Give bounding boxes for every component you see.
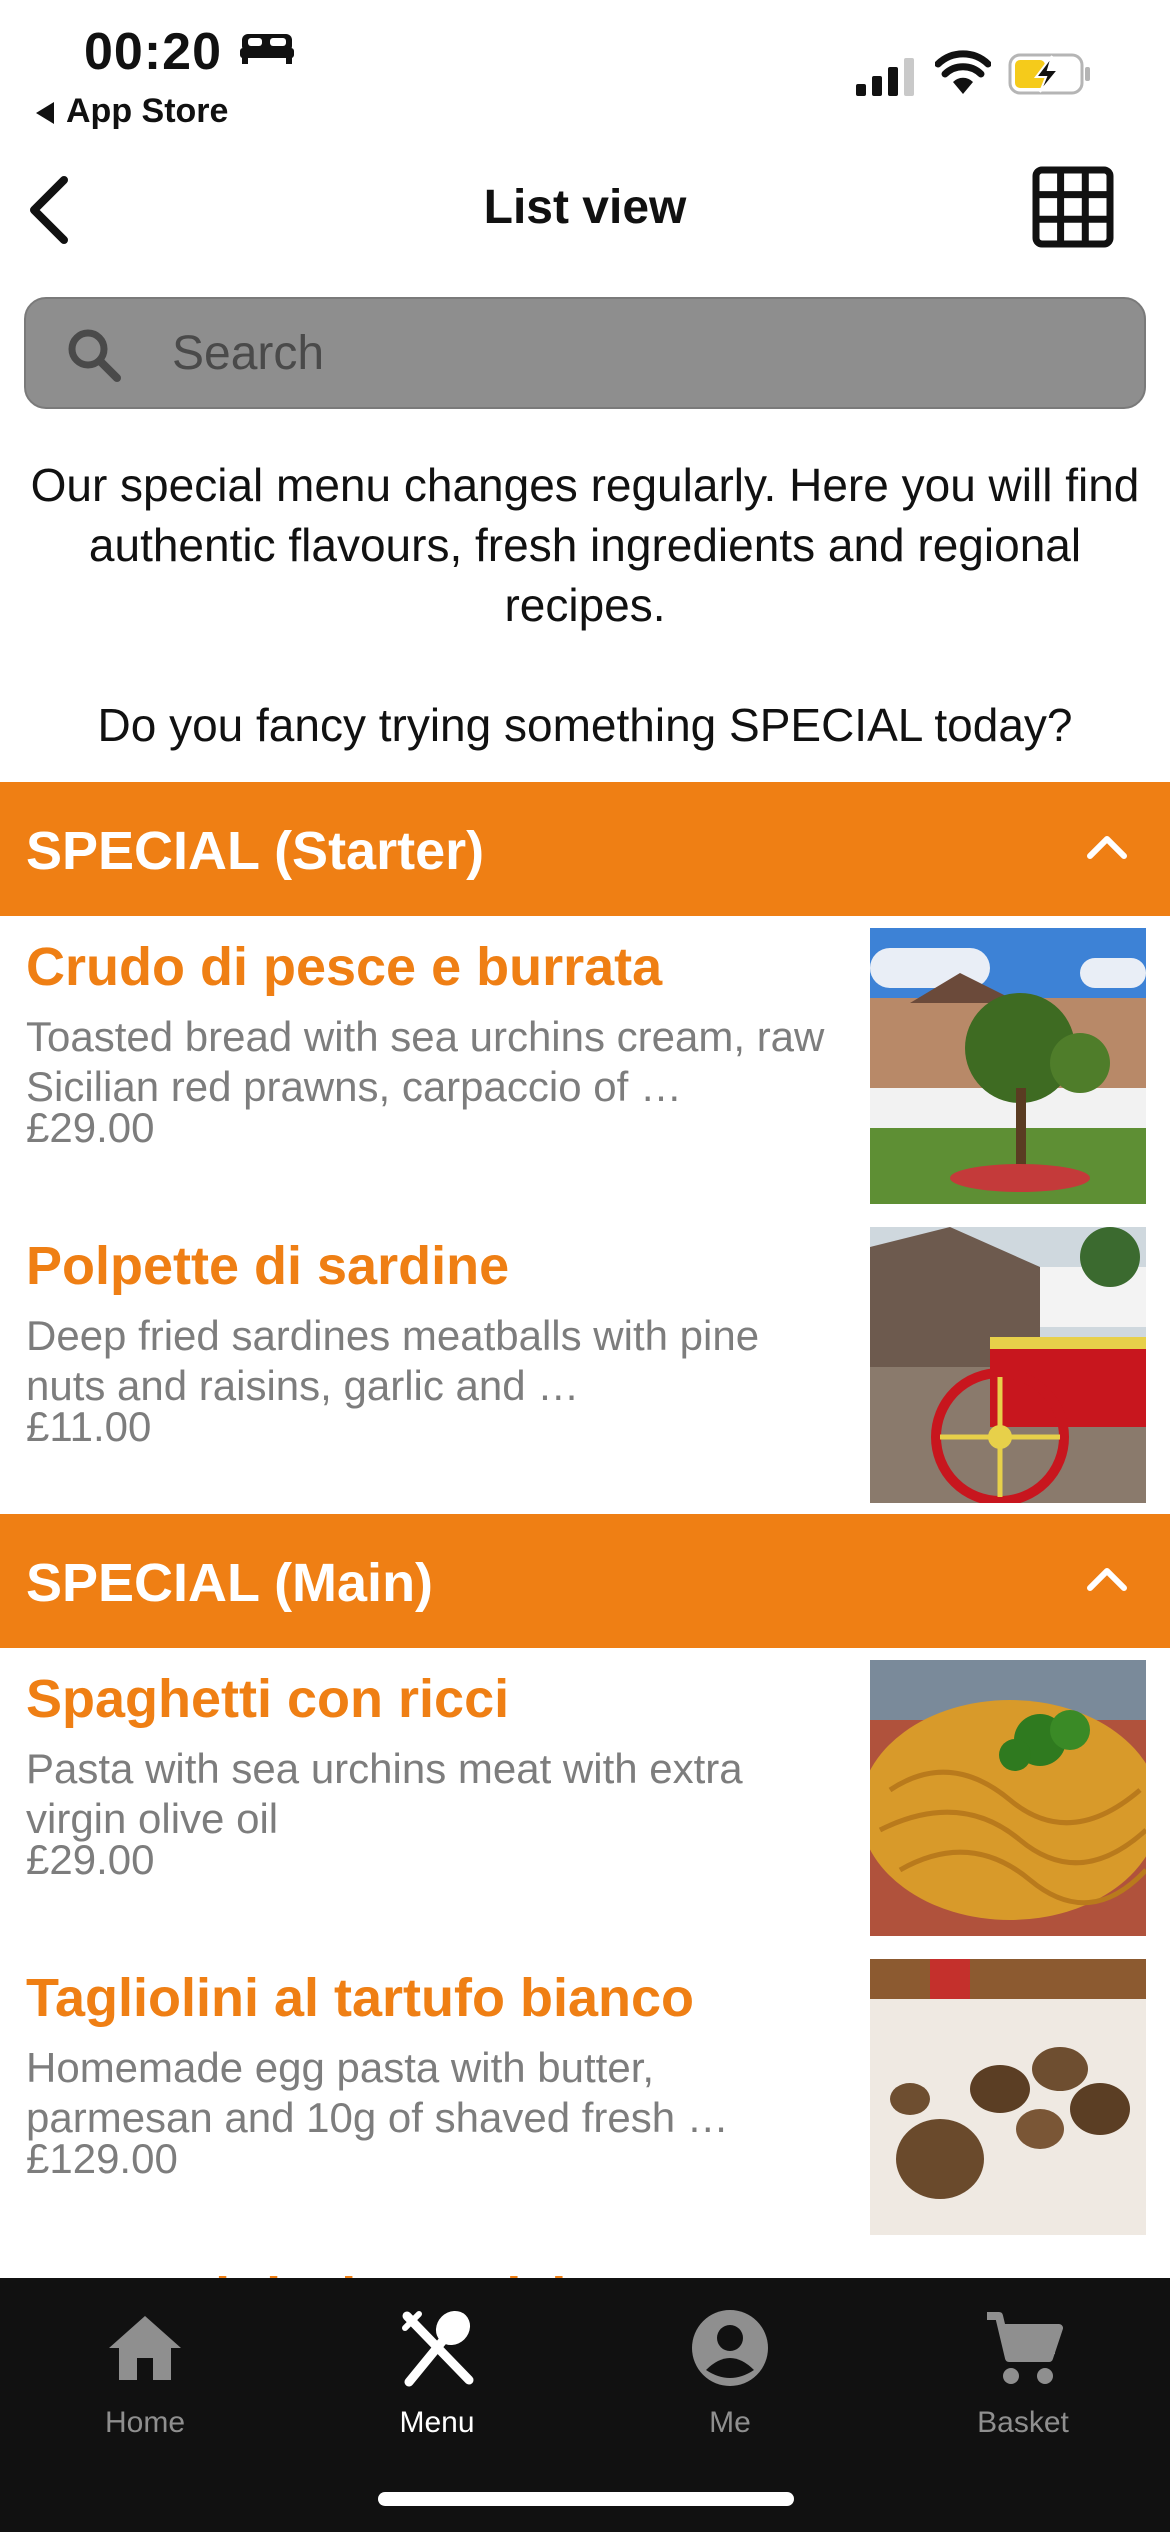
menu-utensils-icon — [402, 2310, 474, 2387]
tab-home[interactable]: Home — [45, 2298, 245, 2448]
search-input[interactable] — [170, 317, 1074, 389]
search-icon — [68, 329, 121, 382]
item-description: Pasta with sea urchins meat with extra v… — [26, 1745, 743, 1842]
navigation-bar: List view — [0, 150, 1170, 270]
menu-item[interactable]: Crudo di pesce e burrata Toasted bread w… — [0, 928, 1170, 1218]
item-price: £29.00 — [26, 1836, 155, 1883]
item-photo-spaghetti — [870, 1660, 1146, 1936]
item-photo-sicilian-cart — [870, 1227, 1146, 1503]
status-bar: 00:20 App Store — [0, 0, 1170, 150]
chevron-up-icon — [1087, 1568, 1127, 1591]
menu-item[interactable]: Spaghetti con ricci Pasta with sea urchi… — [0, 1660, 1170, 1950]
menu-item[interactable]: Tagliolini al tartufo bianco Homemade eg… — [0, 1959, 1170, 2249]
account-icon — [692, 2310, 768, 2386]
item-price: £129.00 — [26, 2135, 178, 2182]
item-photo-truffles — [870, 1959, 1146, 2235]
page-title: List view — [483, 181, 687, 234]
search-bar[interactable] — [24, 297, 1146, 409]
home-indicator[interactable] — [378, 2492, 794, 2506]
item-description: Deep fried sardines meatballs with pine … — [26, 1312, 760, 1409]
tab-label: Basket — [977, 2406, 1069, 2439]
back-triangle-icon — [36, 102, 54, 125]
tab-bar: Home Menu Me Basket — [0, 2278, 1170, 2532]
intro-text: Our special menu changes regularly. Here… — [30, 459, 1140, 631]
tab-basket[interactable]: Basket — [923, 2298, 1123, 2448]
tab-label: Menu — [399, 2406, 475, 2439]
tab-label: Home — [104, 2406, 186, 2439]
item-photo-garden — [870, 928, 1146, 1204]
item-name: Spaghetti con ricci — [26, 1669, 510, 1729]
tab-me[interactable]: Me — [630, 2298, 830, 2448]
item-price: £11.00 — [26, 1403, 152, 1450]
section-header-starter[interactable]: SPECIAL (Starter) — [0, 782, 1170, 916]
section-title: SPECIAL (Main) — [26, 1553, 434, 1613]
cart-icon — [987, 2312, 1063, 2384]
back-to-app-store[interactable]: App Store — [36, 92, 228, 131]
home-icon — [109, 2316, 181, 2380]
item-name: Crudo di pesce e burrata — [26, 937, 663, 997]
battery-charging-icon — [1008, 53, 1090, 95]
sleep-bed-icon — [240, 34, 294, 64]
chevron-up-icon — [1087, 836, 1127, 859]
item-name: Tagliolini al tartufo bianco — [26, 1968, 695, 2028]
item-description: Homemade egg pasta with butter, parmesan… — [26, 2044, 729, 2141]
tab-menu[interactable]: Menu — [337, 2298, 537, 2448]
menu-item[interactable]: Polpette di sardine Deep fried sardines … — [0, 1227, 1170, 1517]
section-header-main[interactable]: SPECIAL (Main) — [0, 1514, 1170, 1648]
grid-view-icon[interactable] — [1032, 166, 1114, 248]
item-name: Polpette di sardine — [26, 1236, 510, 1296]
back-app-label: App Store — [66, 92, 229, 130]
tab-label: Me — [709, 2406, 751, 2439]
section-title: SPECIAL (Starter) — [26, 821, 485, 881]
intro-question: Do you fancy trying something SPECIAL to… — [97, 699, 1073, 751]
wifi-icon — [935, 50, 991, 94]
cellular-signal-icon — [856, 58, 914, 96]
status-time: 00:20 — [84, 23, 222, 81]
item-price: £29.00 — [26, 1104, 155, 1151]
item-description: Toasted bread with sea urchins cream, ra… — [26, 1013, 825, 1110]
